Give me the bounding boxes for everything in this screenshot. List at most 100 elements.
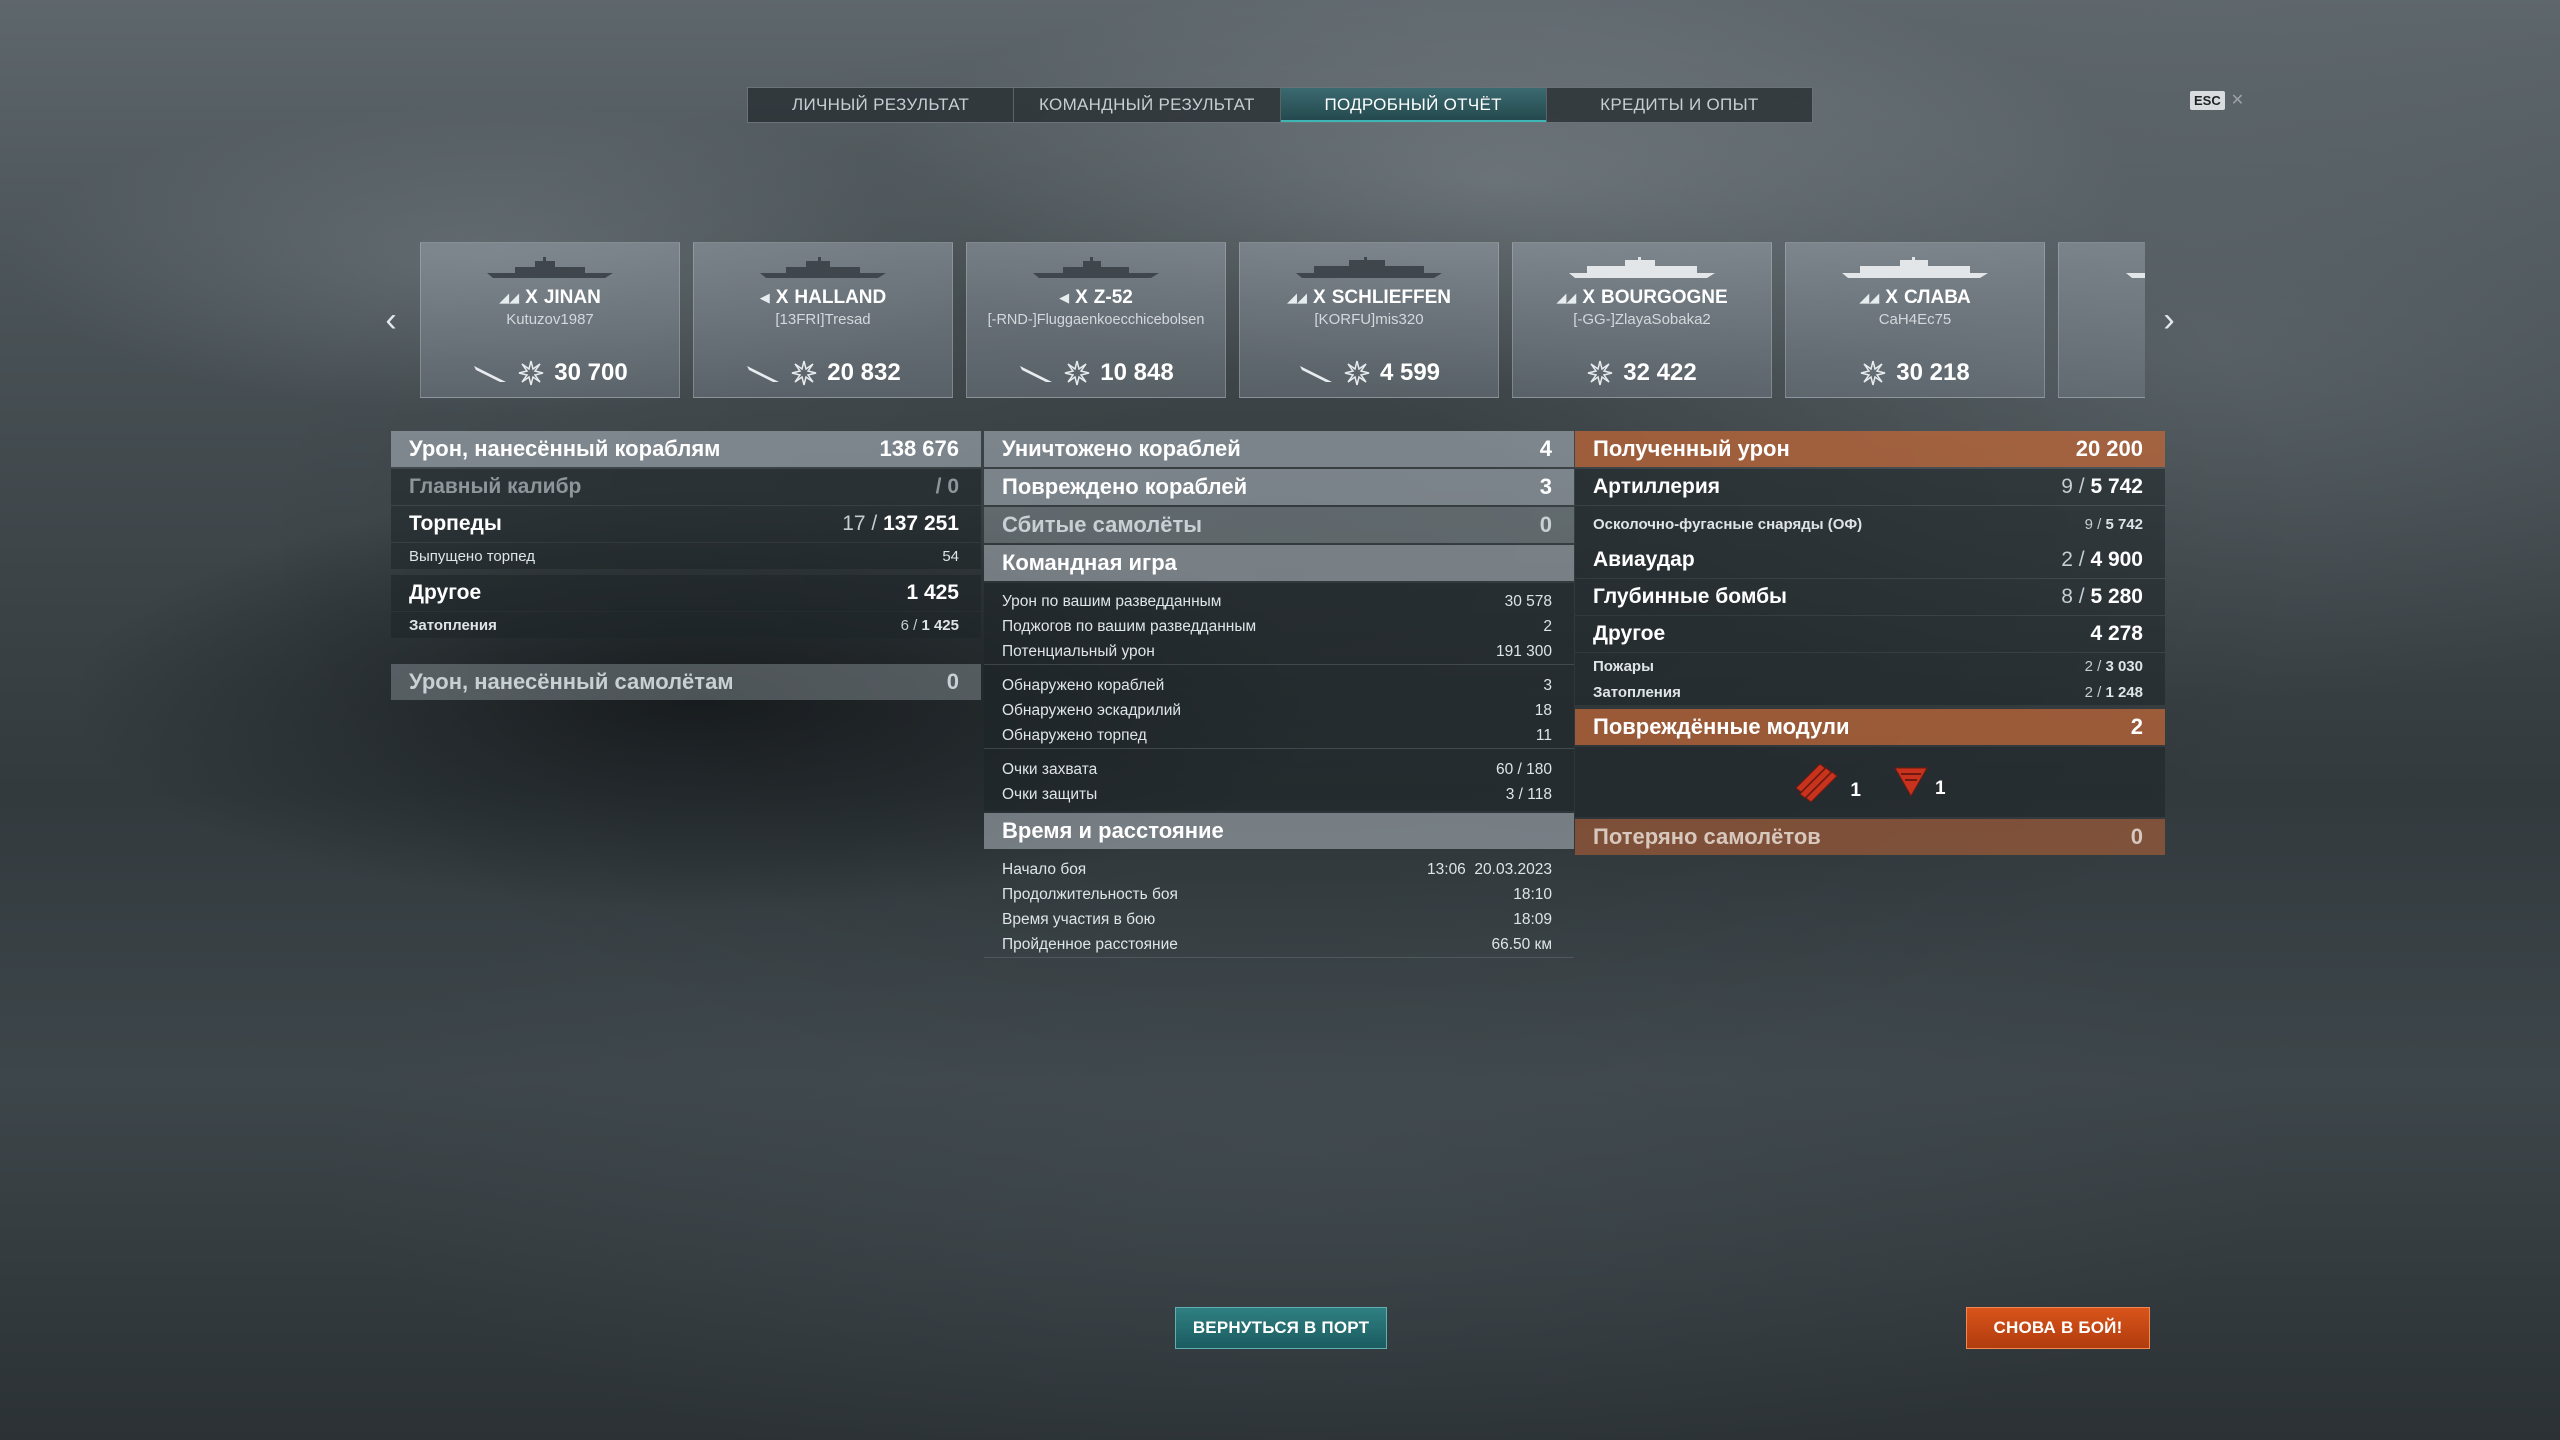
ship-name: Z-52 [1093, 287, 1133, 308]
module-item: 1 [1794, 760, 1861, 804]
team-play-row: Потенциальный урон 191 300 [984, 639, 1574, 665]
ship-card[interactable]: ◢◢ X СЛАВА CaH4Ec75 30 218 [1785, 242, 2045, 398]
damage-burst-icon [1344, 360, 1370, 386]
plane-damage-header: Урон, нанесённый самолётам 0 [391, 664, 981, 700]
team-play-block: Урон по вашим разведданным 30 578 Поджого… [984, 583, 1574, 811]
damaged-modules-header: Повреждённые модули 2 [1575, 709, 2165, 745]
ship-name: SCHLIEFFEN [1331, 287, 1451, 308]
ship-damage-value: 10 848 [1100, 359, 1174, 386]
carousel-next-arrow-icon[interactable]: › [2154, 300, 2184, 340]
ship-tier: X [1582, 287, 1595, 308]
damage-burst-icon [1588, 360, 1613, 386]
ship-silhouette-icon [2126, 273, 2145, 278]
ships-damaged-header: Повреждено кораблей 3 [984, 469, 1574, 505]
planes-shot-header: Сбитые самолёты 0 [984, 507, 1574, 543]
time-distance-row: Продолжительность боя 18:10 [1002, 885, 1552, 903]
close-icon: ✕ [2230, 92, 2245, 109]
team-play-row: Обнаружено кораблей 3 [1002, 676, 1552, 694]
main-battery-row: Главный калибр / 0 [391, 469, 981, 505]
ship-player-name: [-RND-]Fluggaenkoecchicebolsen [987, 312, 1205, 328]
damage-burst-icon [1065, 360, 1090, 386]
ship-card[interactable]: ◀ X Z-52 [-RND-]Fluggaenkoecchicebolsen … [966, 242, 1226, 398]
ship-card-partial[interactable] [2058, 242, 2145, 398]
ship-name: HALLAND [794, 287, 887, 308]
team-play-row: Очки захвата 60 / 180 [1002, 760, 1552, 778]
torpedo-icon [1299, 366, 1332, 382]
airstrike-row: Авиаудар 2 / 4 900 [1575, 542, 2165, 578]
artillery-row: Артиллерия 9 / 5 742 [1575, 469, 2165, 505]
damage-burst-icon [1861, 360, 1886, 386]
received-damage-header: Полученный урон 20 200 [1575, 431, 2165, 467]
close-button[interactable]: ESC ✕ [2190, 90, 2244, 110]
module-item: 1 [1891, 762, 1946, 802]
tab-credits-xp[interactable]: КРЕДИТЫ И ОПЫТ [1547, 88, 1812, 122]
ship-damage-value: 30 218 [1896, 359, 1970, 386]
damage-burst-icon [792, 360, 817, 386]
ship-name: JINAN [543, 287, 601, 308]
ship-damage-header: Урон, нанесённый кораблям 138 676 [391, 431, 981, 467]
ship-damage-value: 30 700 [554, 359, 628, 386]
other-damage-row: Другое 1 425 [391, 575, 981, 611]
ship-card[interactable]: ◢◢ X SCHLIEFFEN [KORFU]mis320 4 599 [1239, 242, 1499, 398]
ships-destroyed-header: Уничтожено кораблей 4 [984, 431, 1574, 467]
return-to-port-button[interactable]: ВЕРНУТЬСЯ В ПОРТ [1175, 1307, 1387, 1349]
battle-again-button[interactable]: СНОВА В БОЙ! [1966, 1307, 2150, 1349]
fires-row: Пожары 2 / 3 030 [1575, 653, 2165, 679]
ship-name: СЛАВА [1903, 287, 1971, 308]
tab-detailed-report[interactable]: ПОДРОБНЫЙ ОТЧЁТ [1280, 88, 1547, 122]
team-play-row: Обнаружено эскадрилий 18 [1002, 701, 1552, 719]
ship-damage-value: 20 832 [827, 359, 901, 386]
depth-charges-row: Глубинные бомбы 8 / 5 280 [1575, 579, 2165, 615]
destroyer-class-icon: ◀ [759, 290, 770, 305]
time-distance-row: Начало боя 13:06 20.03.2023 [1002, 860, 1552, 878]
ship-silhouette-icon [1033, 257, 1159, 278]
tab-team-result[interactable]: КОМАНДНЫЙ РЕЗУЛЬТАТ [1014, 88, 1281, 122]
he-shells-row: Осколочно-фугасные снаряды (ОФ) 9 / 5 74… [1575, 506, 2165, 542]
ship-tier: X [1885, 287, 1898, 308]
ship-silhouette-icon [760, 257, 886, 278]
destroyer-class-icon: ◀ [1059, 290, 1070, 305]
ship-player-name: [-GG-]ZlayaSobaka2 [1573, 311, 1711, 328]
flooding-received-row: Затопления 2 / 1 248 [1575, 679, 2165, 705]
steering-gear-icon [1894, 767, 1928, 798]
results-tabs: ЛИЧНЫЙ РЕЗУЛЬТАТ КОМАНДНЫЙ РЕЗУЛЬТАТ ПОД… [747, 87, 1813, 123]
team-play-row: Урон по вашим разведданным 30 578 [1002, 592, 1552, 610]
torpedo-icon [1020, 366, 1053, 382]
torpedo-icon [747, 366, 780, 382]
destroyer-class-icon: ◢◢ [499, 290, 520, 305]
damage-dealt-column: Урон, нанесённый кораблям 138 676 Главны… [391, 431, 981, 702]
ship-name-row: ◀ X Z-52 [967, 287, 1225, 309]
other-received-row: Другое 4 278 [1575, 616, 2165, 652]
ship-silhouette-icon [487, 257, 613, 278]
ship-silhouette-icon [1569, 257, 1715, 278]
esc-key-label: ESC [2190, 90, 2225, 110]
module-count: 1 [1850, 780, 1861, 801]
ship-silhouette-icon [1296, 257, 1442, 278]
battleship-class-icon: ◢◢ [1859, 290, 1880, 305]
damage-received-column: Полученный урон 20 200 Артиллерия 9 / 5 … [1575, 431, 2165, 857]
ship-card[interactable]: ◀ X HALLAND [13FRI]Tresad 20 832 [693, 242, 953, 398]
ship-name-row: ◢◢ X СЛАВА [1786, 287, 2044, 309]
ship-silhouette-icon [1842, 257, 1988, 278]
tab-personal-result[interactable]: ЛИЧНЫЙ РЕЗУЛЬТАТ [748, 88, 1015, 122]
ship-tier: X [1075, 287, 1088, 308]
time-distance-row: Время участия в бою 18:09 [1002, 910, 1552, 928]
ship-player-name: [13FRI]Tresad [775, 311, 871, 328]
battleship-class-icon: ◢◢ [1287, 290, 1308, 305]
team-play-header: Командная игра [984, 545, 1574, 581]
ship-tier: X [775, 287, 789, 308]
ship-tier: X [525, 287, 538, 308]
ship-damage-value: 32 422 [1623, 359, 1697, 386]
ship-name-row: ◢◢ X BOURGOGNE [1513, 287, 1771, 309]
team-play-row: Обнаружено торпед 11 [984, 723, 1574, 749]
damaged-modules-area: 1 1 [1575, 747, 2165, 817]
ship-card[interactable]: ◢◢ X JINAN Kutuzov1987 30 700 [420, 242, 680, 398]
carousel-prev-arrow-icon[interactable]: ‹ [376, 300, 406, 340]
ship-tier: X [1313, 287, 1326, 308]
planes-lost-header: Потеряно самолётов 0 [1575, 819, 2165, 855]
ship-name-row: ◢◢ X JINAN [421, 287, 679, 309]
torps-fired-row: Выпущено торпед 54 [391, 543, 981, 569]
ship-card[interactable]: ◢◢ X BOURGOGNE [-GG-]ZlayaSobaka2 32 422 [1512, 242, 1772, 398]
ship-player-name: Kutuzov1987 [506, 311, 594, 328]
torpedo-tubes-icon [1795, 763, 1839, 803]
